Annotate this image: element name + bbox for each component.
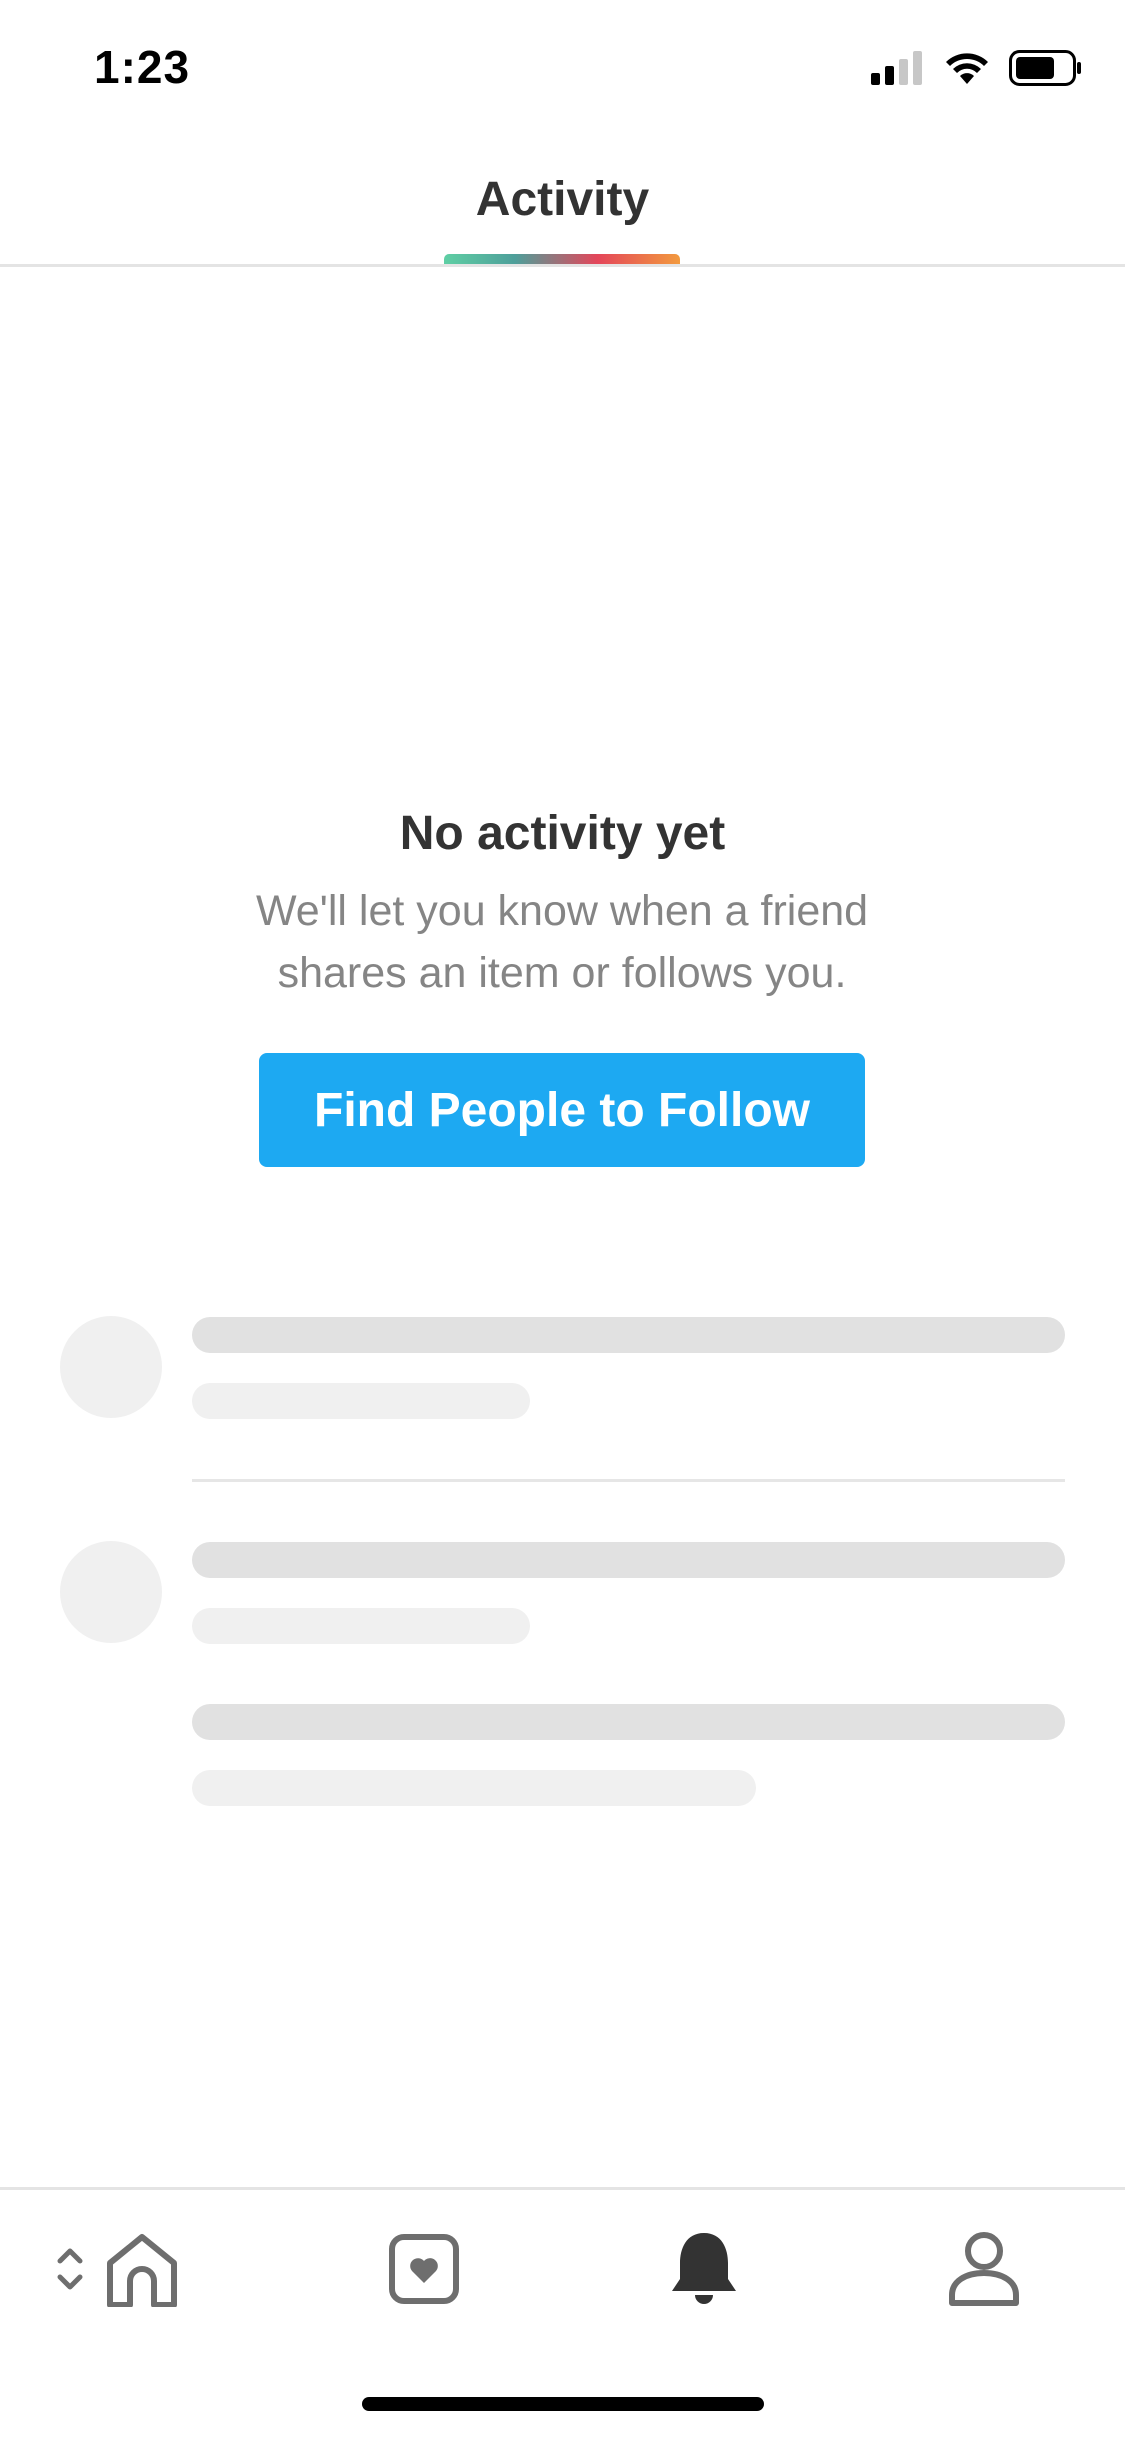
empty-state-description: We'll let you know when a friend shares … [255, 887, 869, 997]
header: Activity [0, 132, 1125, 267]
tab-activity[interactable]: Activity [0, 172, 1125, 227]
skeleton-line [192, 1383, 530, 1419]
empty-state-title: No activity yet [399, 807, 726, 860]
profile-icon[interactable] [940, 2224, 1028, 2314]
status-icons [871, 50, 1083, 91]
cellular-signal-icon [871, 51, 925, 90]
skeleton-divider [192, 1479, 1065, 1482]
status-time: 1:23 [94, 41, 191, 93]
skeleton-line [192, 1704, 1065, 1740]
find-people-button[interactable]: Find People to Follow [259, 1053, 865, 1167]
skeleton-line [192, 1608, 530, 1644]
home-icon[interactable] [100, 2224, 184, 2314]
wifi-icon [943, 50, 991, 91]
status-bar: 1:23 [0, 0, 1125, 132]
bell-icon[interactable] [660, 2224, 748, 2314]
skeleton-line [192, 1542, 1065, 1578]
battery-icon [1009, 50, 1083, 91]
saved-heart-icon[interactable] [380, 2224, 468, 2314]
skeleton-line [192, 1770, 756, 1806]
skeleton-avatar [60, 1316, 162, 1418]
skeleton-line [192, 1317, 1065, 1353]
home-indicator [362, 2397, 764, 2411]
skeleton-avatar [60, 1541, 162, 1643]
tab-active-indicator [444, 254, 680, 264]
collapse-chevrons-icon[interactable] [50, 2224, 90, 2314]
